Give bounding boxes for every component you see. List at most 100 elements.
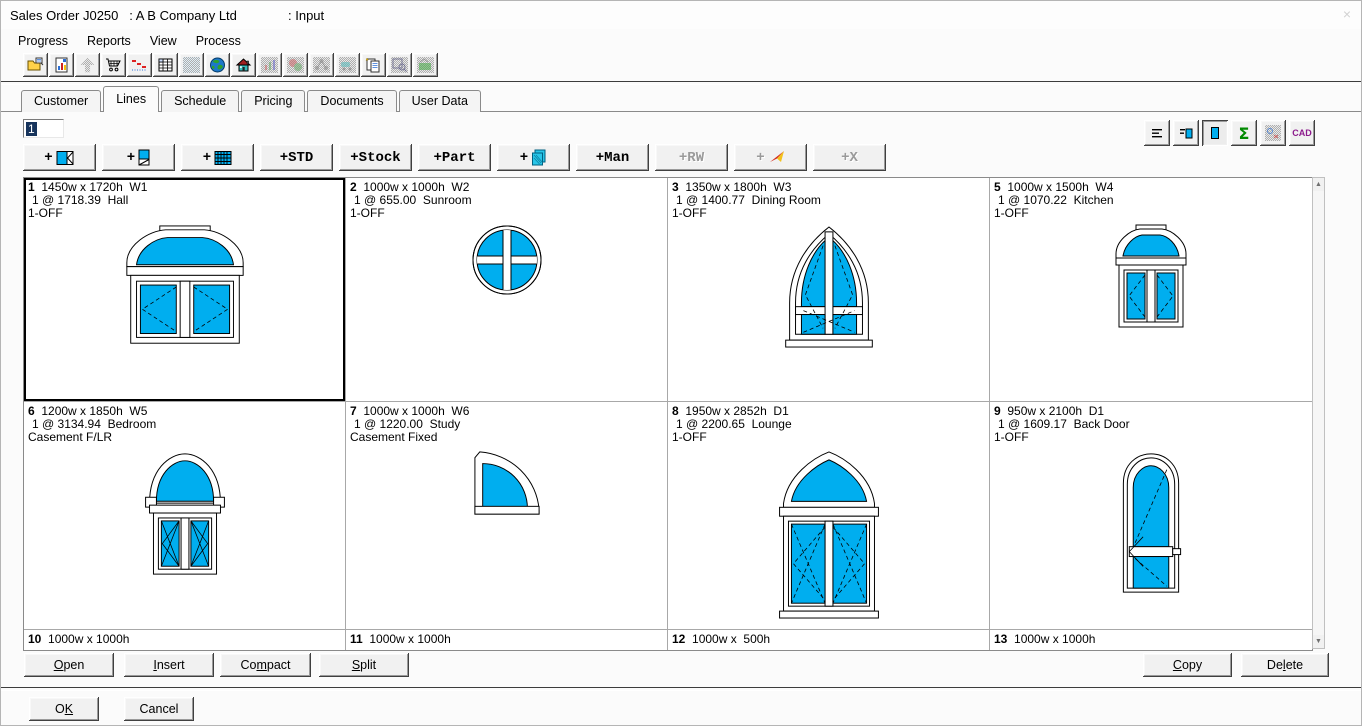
copy-doc-icon[interactable] xyxy=(361,53,386,77)
grid-window-icon xyxy=(214,150,232,166)
line-cell-6[interactable]: 6 1200w x 1850h W5 1 @ 3134.94 Bedroom C… xyxy=(24,402,346,630)
casement-window-icon xyxy=(56,150,75,166)
window-drawing-gothic-arch xyxy=(668,224,989,349)
mixed-view-icon xyxy=(1265,125,1281,141)
network-icon[interactable] xyxy=(309,53,334,77)
add-part-button[interactable]: +Part xyxy=(418,144,491,171)
window-mode: : Input xyxy=(288,8,324,23)
add-grid-window-button[interactable]: + xyxy=(181,144,254,171)
globe-icon[interactable] xyxy=(205,53,230,77)
dart-icon xyxy=(768,150,785,165)
gantt-icon[interactable] xyxy=(127,53,152,77)
search-grid-icon[interactable] xyxy=(387,53,412,77)
table-icon[interactable] xyxy=(153,53,178,77)
line-cell-13[interactable]: 13 1000w x 1000h xyxy=(990,630,1312,650)
window-drawing-arched-single-door xyxy=(990,448,1312,598)
cancel-button[interactable]: Cancel xyxy=(124,697,194,721)
pie-chart-icon[interactable] xyxy=(283,53,308,77)
tab-lines[interactable]: Lines xyxy=(103,86,159,112)
line-cell-2[interactable]: 2 1000w x 1000h W2 1 @ 655.00 Sunroom 1-… xyxy=(346,178,668,402)
line-cell-12[interactable]: 12 1000w x 500h xyxy=(668,630,990,650)
menu-progress[interactable]: Progress xyxy=(9,31,78,51)
tab-strip: Customer Lines Schedule Pricing Document… xyxy=(21,90,483,112)
lines-grid: 1 1450w x 1720h W1 1 @ 1718.39 Hall 1-OF… xyxy=(23,177,1313,651)
dialog-separator xyxy=(1,687,1361,691)
line-cell-1[interactable]: 1 1450w x 1720h W1 1 @ 1718.39 Hall 1-OF… xyxy=(24,178,346,402)
line-cell-5[interactable]: 5 1000w x 1500h W4 1 @ 1070.22 Kitchen 1… xyxy=(990,178,1312,402)
scroll-down-icon[interactable]: ▼ xyxy=(1313,635,1324,648)
line-number-input[interactable]: 1 xyxy=(23,119,64,138)
add-casement-button[interactable]: + xyxy=(23,144,96,171)
window-drawing-quarter-circle xyxy=(346,448,667,518)
line-number-value: 1 xyxy=(26,122,37,136)
house-icon[interactable] xyxy=(231,53,256,77)
list-picture-button[interactable] xyxy=(1173,120,1199,146)
add-vertical-window-button[interactable]: + xyxy=(102,144,175,171)
report-chart-icon[interactable] xyxy=(49,53,74,77)
window-design-icon[interactable] xyxy=(179,53,204,77)
toolbar xyxy=(23,53,438,79)
line-cell-7[interactable]: 7 1000w x 1000h W6 1 @ 1220.00 Study Cas… xyxy=(346,402,668,630)
window-title: Sales Order J0250 : A B Company Ltd xyxy=(10,8,237,23)
add-rw-button[interactable]: +RW xyxy=(655,144,728,171)
menu-view[interactable]: View xyxy=(141,31,187,51)
shopping-cart-icon[interactable] xyxy=(101,53,126,77)
line-cell-3[interactable]: 3 1350w x 1800h W3 1 @ 1400.77 Dining Ro… xyxy=(668,178,990,402)
menu-reports[interactable]: Reports xyxy=(78,31,141,51)
add-stock-button[interactable]: +Stock xyxy=(339,144,412,171)
vertical-window-icon xyxy=(138,149,150,166)
menu-process[interactable]: Process xyxy=(187,31,251,51)
window-drawing-circle-cross xyxy=(346,224,667,296)
tab-user-data[interactable]: User Data xyxy=(399,90,481,112)
promote-icon[interactable] xyxy=(75,53,100,77)
open-order-icon[interactable] xyxy=(23,53,48,77)
line-cell-10[interactable]: 10 1000w x 1000h xyxy=(24,630,346,650)
view-button-row: Σ CAD xyxy=(1144,120,1315,146)
panels-icon xyxy=(531,149,547,166)
menu-bar: Progress Reports View Process xyxy=(1,29,1362,52)
tab-schedule[interactable]: Schedule xyxy=(161,90,239,112)
mixed-view-button[interactable] xyxy=(1260,120,1286,146)
cad-view-button[interactable]: CAD xyxy=(1289,120,1315,146)
delivery-icon[interactable] xyxy=(335,53,360,77)
open-button[interactable]: Open xyxy=(24,653,114,677)
line-cell-8[interactable]: 8 1950w x 2852h D1 1 @ 2200.65 Lounge 1-… xyxy=(668,402,990,630)
scroll-up-icon[interactable]: ▲ xyxy=(1313,178,1324,191)
delete-button[interactable]: Delete xyxy=(1241,653,1329,677)
add-button-row: + + + +STD +Stock +Part + +Man +RW + +X xyxy=(23,144,886,171)
grid-scrollbar[interactable]: ▲ ▼ xyxy=(1312,177,1325,649)
window-drawing-ogee-arch-double-door xyxy=(668,448,989,620)
chart-icon[interactable] xyxy=(257,53,282,77)
sales-order-window: { "titlebar": { "title": "Sales Order J0… xyxy=(0,0,1362,726)
add-std-button[interactable]: +STD xyxy=(260,144,333,171)
title-bar: Sales Order J0250 : A B Company Ltd : In… xyxy=(1,1,1361,29)
tab-documents[interactable]: Documents xyxy=(307,90,396,112)
tab-pricing[interactable]: Pricing xyxy=(241,90,305,112)
picture-view-button[interactable] xyxy=(1202,120,1228,146)
totals-sigma-button[interactable]: Σ xyxy=(1231,120,1257,146)
site-plan-icon[interactable] xyxy=(413,53,438,77)
add-dart-button[interactable]: + xyxy=(734,144,807,171)
window-picture-icon xyxy=(1207,125,1223,141)
copy-button[interactable]: Copy xyxy=(1143,653,1232,677)
insert-button[interactable]: Insert xyxy=(124,653,214,677)
tab-customer[interactable]: Customer xyxy=(21,90,101,112)
split-button[interactable]: Split xyxy=(319,653,409,677)
line-cell-11[interactable]: 11 1000w x 1000h xyxy=(346,630,668,650)
window-drawing-semicircle-arch-casement xyxy=(24,448,345,582)
window-drawing-arch-top-casement xyxy=(24,224,345,350)
list-view-button[interactable] xyxy=(1144,120,1170,146)
sigma-icon: Σ xyxy=(1239,124,1250,143)
add-x-button[interactable]: +X xyxy=(813,144,886,171)
list-window-icon xyxy=(1178,125,1194,141)
add-man-button[interactable]: +Man xyxy=(576,144,649,171)
cad-icon: CAD xyxy=(1292,128,1312,138)
list-lines-icon xyxy=(1149,125,1165,141)
toolbar-separator xyxy=(1,81,1361,85)
compact-button[interactable]: Compact xyxy=(220,653,311,677)
window-drawing-small-arch-casement xyxy=(990,224,1312,336)
ok-button[interactable]: OK xyxy=(29,697,99,721)
add-panels-button[interactable]: + xyxy=(497,144,570,171)
close-icon[interactable]: × xyxy=(1343,6,1351,22)
line-cell-9[interactable]: 9 950w x 2100h D1 1 @ 1609.17 Back Door … xyxy=(990,402,1312,630)
